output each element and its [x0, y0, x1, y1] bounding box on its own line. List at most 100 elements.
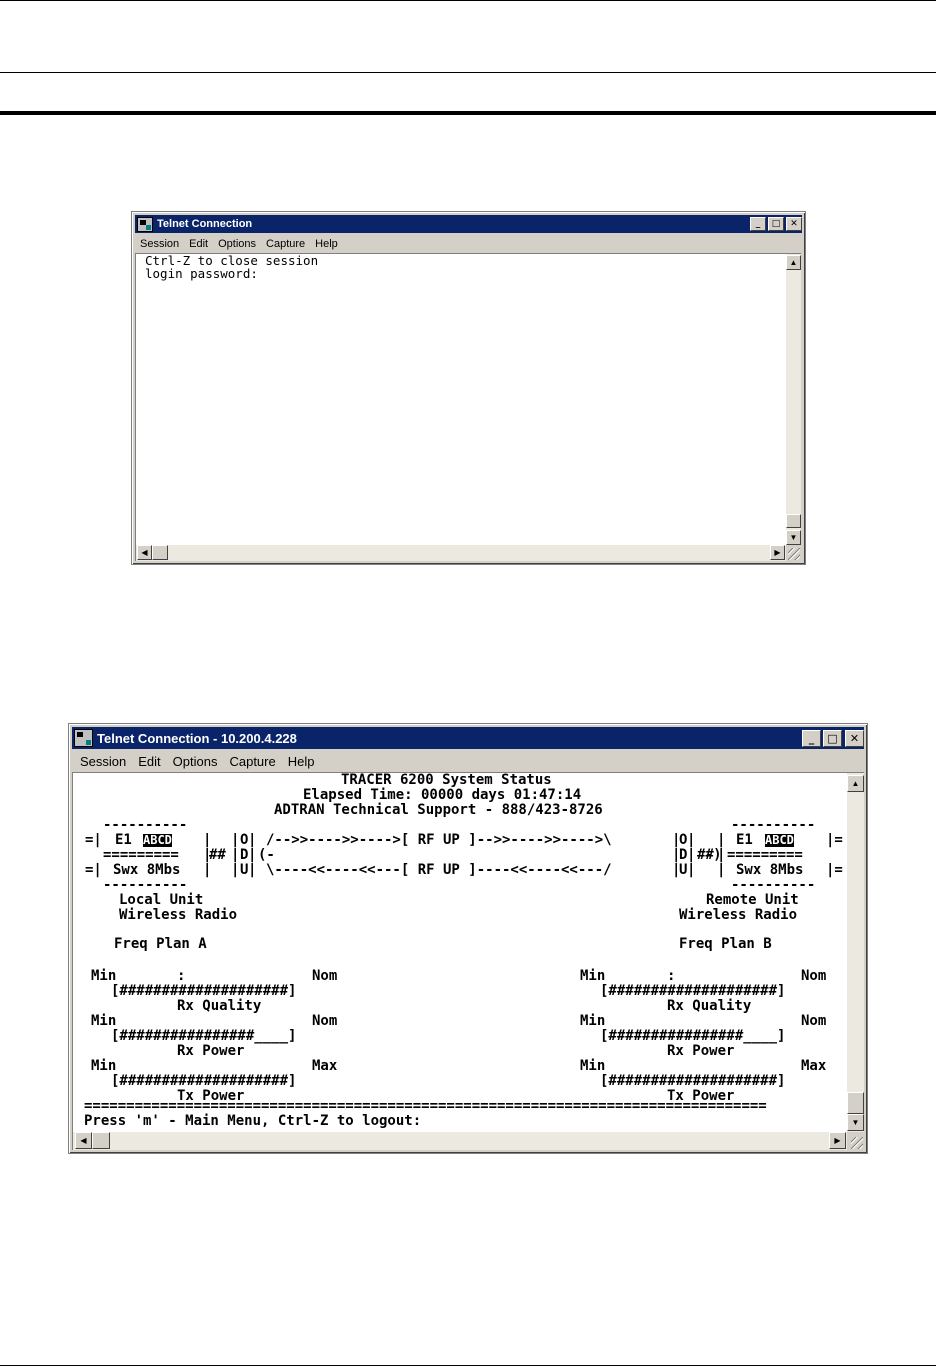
remote-rxp-label: Rx Power [667, 1043, 735, 1059]
resize-grip-icon[interactable] [786, 545, 801, 561]
local-rxq-min: Min [91, 968, 117, 984]
remote-txp-min: Min [580, 1058, 606, 1074]
remote-rxp-min: Min [580, 1013, 606, 1029]
scroll-down-button[interactable]: ▼ [786, 530, 801, 545]
header-rule-mid [0, 72, 936, 73]
local-hash: ## [209, 847, 226, 863]
scroll-up-button[interactable]: ▲ [786, 255, 801, 270]
header-rule-thick [0, 111, 936, 115]
remote-rxq-bar: [####################] [600, 983, 786, 999]
resize-grip-icon[interactable] [847, 1132, 864, 1150]
menu-options[interactable]: Options [173, 754, 218, 769]
local-rxq-end: Nom [312, 968, 338, 984]
telnet-app-icon[interactable] [137, 216, 153, 232]
local-txp-end: Max [312, 1058, 338, 1074]
title-bar[interactable]: Telnet Connection - 10.200.4.228 _ □ ✕ [72, 727, 864, 749]
menu-bar: Session Edit Options Capture Help [135, 236, 802, 252]
local-rxp-bar: [################____] [111, 1028, 297, 1044]
elapsed-time: Elapsed Time: 00000 days 01:47:14 [303, 787, 582, 803]
menu-capture[interactable]: Capture [229, 754, 275, 769]
local-odu-bars: | | | [231, 832, 240, 878]
remote-dashes-top: ---------- [731, 817, 816, 833]
window-title: Telnet Connection [157, 218, 253, 230]
close-button[interactable]: ✕ [845, 729, 864, 747]
remote-txp-bar: [####################] [600, 1073, 786, 1089]
local-rxp-end: Nom [312, 1013, 338, 1029]
remote-rxq-min: Min [580, 968, 606, 984]
local-swx: Swx 8Mbs [113, 862, 181, 878]
scroll-up-button[interactable]: ▲ [847, 775, 864, 792]
remote-txp-end: Max [801, 1058, 827, 1074]
remote-dashes-bottom: ---------- [731, 877, 816, 893]
remote-rxp-bar: [################____] [600, 1028, 786, 1044]
odu-left-bars: | | | [248, 832, 257, 878]
remote-abcd-badge: ABCD [765, 833, 794, 847]
rf-path-mid: (- -) [258, 847, 722, 863]
vertical-scrollbar[interactable]: ▲ ▼ [847, 773, 864, 1132]
remote-hash: ## [697, 847, 714, 863]
scroll-left-button[interactable]: ◀ [75, 1132, 92, 1149]
menu-bar: Session Edit Options Capture Help [72, 752, 864, 770]
menu-edit[interactable]: Edit [189, 238, 208, 250]
divider-line: ========================================… [84, 1098, 767, 1114]
remote-unit-label: Remote Unit [706, 892, 799, 908]
remote-rxq-mid: : [667, 968, 676, 984]
remote-frame: |= |= [826, 832, 843, 878]
terminal-area[interactable]: TRACER 6200 System Status Elapsed Time: … [72, 772, 864, 1150]
menu-edit[interactable]: Edit [138, 754, 160, 769]
terminal-screen: TRACER 6200 System Status Elapsed Time: … [73, 773, 846, 1132]
menu-session[interactable]: Session [80, 754, 126, 769]
scroll-down-button[interactable]: ▼ [847, 1114, 864, 1131]
remote-sep: ========= [727, 847, 803, 863]
local-abcd-badge: ABCD [143, 833, 172, 847]
scroll-left-button[interactable]: ◀ [137, 545, 152, 560]
remote-e1: E1 [736, 832, 753, 848]
status-title: TRACER 6200 System Status [341, 773, 552, 788]
local-rxq-mid: : [177, 968, 186, 984]
local-rxp-label: Rx Power [177, 1043, 245, 1059]
local-rxp-min: Min [91, 1013, 117, 1029]
local-txp-min: Min [91, 1058, 117, 1074]
remote-rxp-end: Nom [801, 1013, 827, 1029]
title-bar[interactable]: Telnet Connection _ □ ✕ [135, 215, 802, 233]
local-e1: E1 [115, 832, 132, 848]
remote-rxq-label: Rx Quality [667, 998, 752, 1014]
scroll-thumb[interactable] [786, 514, 801, 528]
vertical-scrollbar[interactable]: ▲ ▼ [786, 254, 801, 545]
rf-path-bottom: \----<<----<<---[ RF UP ]----<<----<<---… [266, 862, 612, 878]
menu-capture[interactable]: Capture [266, 238, 305, 250]
terminal-area[interactable]: Ctrl-Z to close session login password: … [135, 253, 801, 561]
local-dashes-bottom: ---------- [103, 877, 188, 893]
scroll-thumb-horizontal[interactable] [152, 545, 168, 560]
horizontal-scrollbar[interactable]: ◀ ▶ [136, 545, 786, 561]
local-sep: ========= [103, 847, 179, 863]
menu-help[interactable]: Help [315, 238, 338, 250]
horizontal-scrollbar[interactable]: ◀ ▶ [73, 1132, 847, 1150]
close-button[interactable]: ✕ [786, 217, 802, 231]
menu-options[interactable]: Options [218, 238, 256, 250]
local-bars: | | | [203, 832, 212, 878]
local-rxq-label: Rx Quality [177, 998, 262, 1014]
footer-rule [0, 1365, 936, 1366]
maximize-button[interactable]: □ [823, 729, 842, 747]
maximize-button[interactable]: □ [768, 217, 784, 231]
telnet-window-login: Telnet Connection _ □ ✕ Session Edit Opt… [131, 211, 806, 565]
scroll-thumb-horizontal[interactable] [92, 1132, 110, 1149]
telnet-window-status: Telnet Connection - 10.200.4.228 _ □ ✕ S… [68, 723, 868, 1154]
menu-help[interactable]: Help [288, 754, 315, 769]
telnet-app-icon[interactable] [74, 729, 93, 747]
scroll-right-button[interactable]: ▶ [770, 545, 785, 560]
rf-path-top: /-->>---->>---->[ RF UP ]-->>---->>---->… [266, 832, 612, 848]
remote-bars: | | | [717, 832, 726, 878]
minimize-button[interactable]: _ [802, 729, 821, 747]
local-radio-label: Wireless Radio [119, 907, 238, 923]
minimize-button[interactable]: _ [750, 217, 766, 231]
menu-session[interactable]: Session [140, 238, 179, 250]
terminal-line: login password: [145, 266, 258, 281]
local-txp-bar: [####################] [111, 1073, 297, 1089]
window-title: Telnet Connection - 10.200.4.228 [97, 730, 297, 746]
local-frame: =| [85, 832, 102, 848]
command-prompt: Press 'm' - Main Menu, Ctrl-Z to logout: [84, 1113, 422, 1129]
scroll-right-button[interactable]: ▶ [829, 1132, 846, 1149]
scroll-thumb[interactable] [847, 1092, 864, 1114]
